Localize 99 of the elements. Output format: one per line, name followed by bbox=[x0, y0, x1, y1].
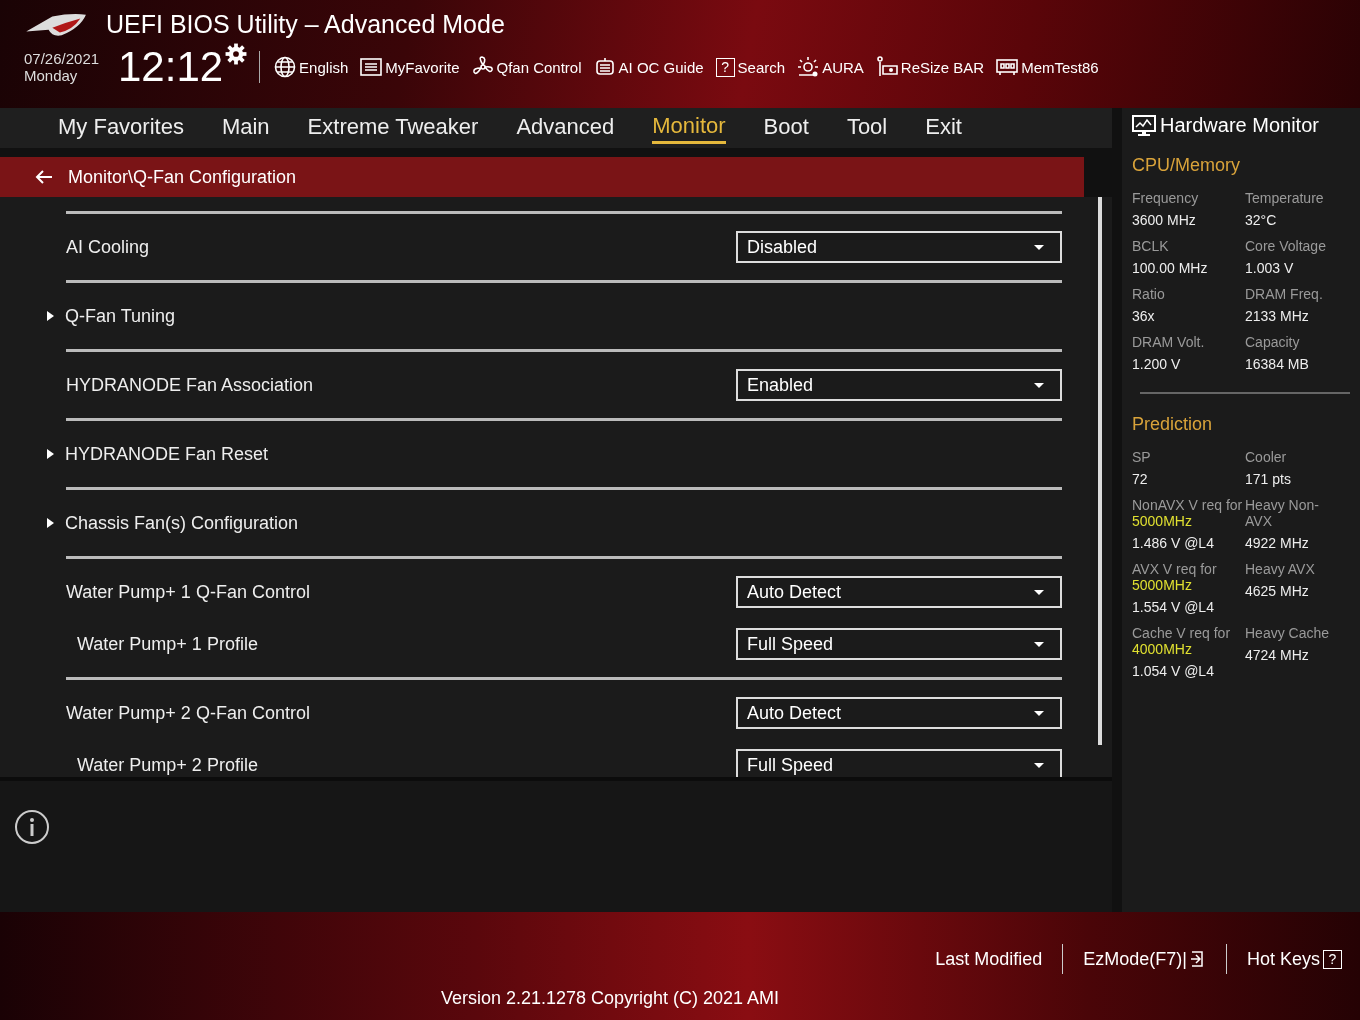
metric-value: 1.554 V @L4 bbox=[1132, 599, 1215, 615]
setting-label: Water Pump+ 1 Profile bbox=[77, 633, 258, 655]
toolbar-button[interactable]: AURA bbox=[797, 56, 864, 78]
caret-icon bbox=[1034, 244, 1044, 250]
caret-icon bbox=[1034, 641, 1044, 647]
dropdown[interactable]: Full Speed bbox=[736, 628, 1062, 660]
metric-value: 171 pts bbox=[1245, 471, 1292, 487]
day-text: Monday bbox=[24, 67, 79, 84]
scrollbar[interactable] bbox=[1098, 197, 1102, 745]
help-icon: ? bbox=[715, 57, 735, 77]
metric-value: 1.003 V bbox=[1245, 260, 1295, 276]
tab[interactable]: Extreme Tweaker bbox=[307, 114, 479, 142]
toolbar-button[interactable]: English bbox=[274, 56, 349, 78]
breadcrumb-text: Monitor\Q-Fan Configuration bbox=[68, 166, 297, 188]
tab[interactable]: My Favorites bbox=[58, 114, 184, 142]
metric-label: Heavy Non-AVX bbox=[1245, 497, 1320, 529]
metric-value: 72 bbox=[1132, 471, 1149, 487]
info-icon bbox=[14, 809, 50, 845]
metric-value: 1.054 V @L4 bbox=[1132, 663, 1215, 679]
submenu-item[interactable]: Chassis Fan(s) Configuration bbox=[46, 512, 299, 534]
metric-value: 32°C bbox=[1245, 212, 1278, 228]
dropdown[interactable]: Enabled bbox=[736, 369, 1062, 401]
dropdown[interactable]: Auto Detect bbox=[736, 697, 1062, 729]
metric-label: Capacity bbox=[1245, 334, 1301, 350]
footer-button[interactable]: EzMode(F7)| bbox=[1083, 948, 1206, 970]
window-title: UEFI BIOS Utility – Advanced Mode bbox=[106, 10, 505, 39]
memory-icon bbox=[996, 56, 1019, 78]
caret-icon bbox=[1034, 762, 1044, 768]
version-text: Version 2.21.1278 Copyright (C) 2021 AMI bbox=[440, 988, 780, 1009]
dropdown[interactable]: Full Speed bbox=[736, 749, 1062, 777]
chip-icon bbox=[593, 56, 616, 78]
breadcrumb-bar[interactable]: Monitor\Q-Fan Configuration bbox=[0, 157, 1084, 197]
footer-button[interactable]: Hot Keys ? bbox=[1246, 948, 1342, 970]
back-arrow-icon[interactable] bbox=[34, 169, 54, 185]
metric-label: Cooler bbox=[1245, 449, 1288, 465]
metric-value: 1.200 V bbox=[1132, 356, 1182, 372]
toolbar-button[interactable]: ? Search bbox=[715, 56, 786, 78]
footer-button[interactable]: Last Modified bbox=[935, 948, 1043, 970]
monitor-icon bbox=[1132, 114, 1156, 137]
metric-value: 4625 MHz bbox=[1245, 583, 1310, 599]
metric-value: 4724 MHz bbox=[1245, 647, 1310, 663]
metric-label: Heavy Cache bbox=[1245, 625, 1331, 641]
metric-label: DRAM Freq. bbox=[1245, 286, 1324, 302]
clock-text: 12:12 bbox=[118, 43, 224, 91]
setting-label: AI Cooling bbox=[66, 236, 150, 258]
metric-label: SP bbox=[1132, 449, 1152, 465]
metric-label: Temperature bbox=[1245, 190, 1325, 206]
tab[interactable]: Monitor bbox=[652, 112, 726, 144]
metric-value: 36x bbox=[1132, 308, 1156, 324]
tab[interactable]: Boot bbox=[763, 114, 809, 142]
metric-label: Ratio bbox=[1132, 286, 1166, 302]
light-icon bbox=[797, 56, 820, 78]
list-icon bbox=[360, 56, 383, 78]
metric-value: 1.486 V @L4 bbox=[1132, 535, 1215, 551]
metric-label: NonAVX V req for 5000MHz bbox=[1132, 497, 1244, 529]
tab[interactable]: Tool bbox=[846, 114, 888, 142]
metric-label: Frequency bbox=[1132, 190, 1200, 206]
toolbar-button[interactable]: MemTest86 bbox=[996, 56, 1099, 78]
setting-label: Water Pump+ 2 Q-Fan Control bbox=[66, 702, 310, 724]
help-icon: ? bbox=[1323, 949, 1342, 969]
toolbar-button[interactable]: MyFavorite bbox=[360, 56, 460, 78]
chevron-icon bbox=[46, 310, 55, 322]
submenu-item[interactable]: Q-Fan Tuning bbox=[46, 305, 176, 327]
metric-label: Core Voltage bbox=[1245, 238, 1327, 254]
caret-icon bbox=[1034, 589, 1044, 595]
settings-icon[interactable] bbox=[225, 43, 248, 65]
section-title: CPU/Memory bbox=[1132, 155, 1241, 176]
metric-label: Cache V req for 4000MHz bbox=[1132, 625, 1232, 657]
exit-icon bbox=[1189, 950, 1206, 968]
tab[interactable]: Exit bbox=[925, 114, 962, 142]
dropdown[interactable]: Auto Detect bbox=[736, 576, 1062, 608]
toolbar-button[interactable]: Qfan Control bbox=[471, 56, 582, 78]
toolbar-button[interactable]: AI OC Guide bbox=[593, 56, 704, 78]
metric-value: 3600 MHz bbox=[1132, 212, 1197, 228]
metric-value: 100.00 MHz bbox=[1132, 260, 1209, 276]
setting-label: Water Pump+ 1 Q-Fan Control bbox=[66, 581, 310, 603]
setting-label: HYDRANODE Fan Association bbox=[66, 374, 314, 396]
submenu-item[interactable]: HYDRANODE Fan Reset bbox=[46, 443, 269, 465]
panel-title: Hardware Monitor bbox=[1160, 114, 1319, 137]
metric-label: DRAM Volt. bbox=[1132, 334, 1206, 350]
caret-icon bbox=[1034, 710, 1044, 716]
graphics-card-icon bbox=[875, 56, 898, 78]
toolbar-button[interactable]: ReSize BAR bbox=[875, 56, 985, 78]
tab[interactable]: Main bbox=[221, 114, 270, 142]
metric-value: 2133 MHz bbox=[1245, 308, 1310, 324]
metric-value: 4922 MHz bbox=[1245, 535, 1310, 551]
metric-label: BCLK bbox=[1132, 238, 1170, 254]
metric-label: AVX V req for 5000MHz bbox=[1132, 561, 1218, 593]
globe-icon bbox=[274, 56, 297, 78]
tab[interactable]: Advanced bbox=[516, 114, 615, 142]
dropdown[interactable]: Disabled bbox=[736, 231, 1062, 263]
chevron-icon bbox=[46, 448, 55, 460]
date-text: 07/26/2021 bbox=[24, 50, 101, 67]
caret-icon bbox=[1034, 382, 1044, 388]
metric-value: 16384 MB bbox=[1245, 356, 1310, 372]
metric-label: Heavy AVX bbox=[1245, 561, 1316, 577]
setting-label: Water Pump+ 2 Profile bbox=[77, 754, 258, 776]
section-title: Prediction bbox=[1132, 414, 1214, 435]
chevron-icon bbox=[46, 517, 55, 529]
